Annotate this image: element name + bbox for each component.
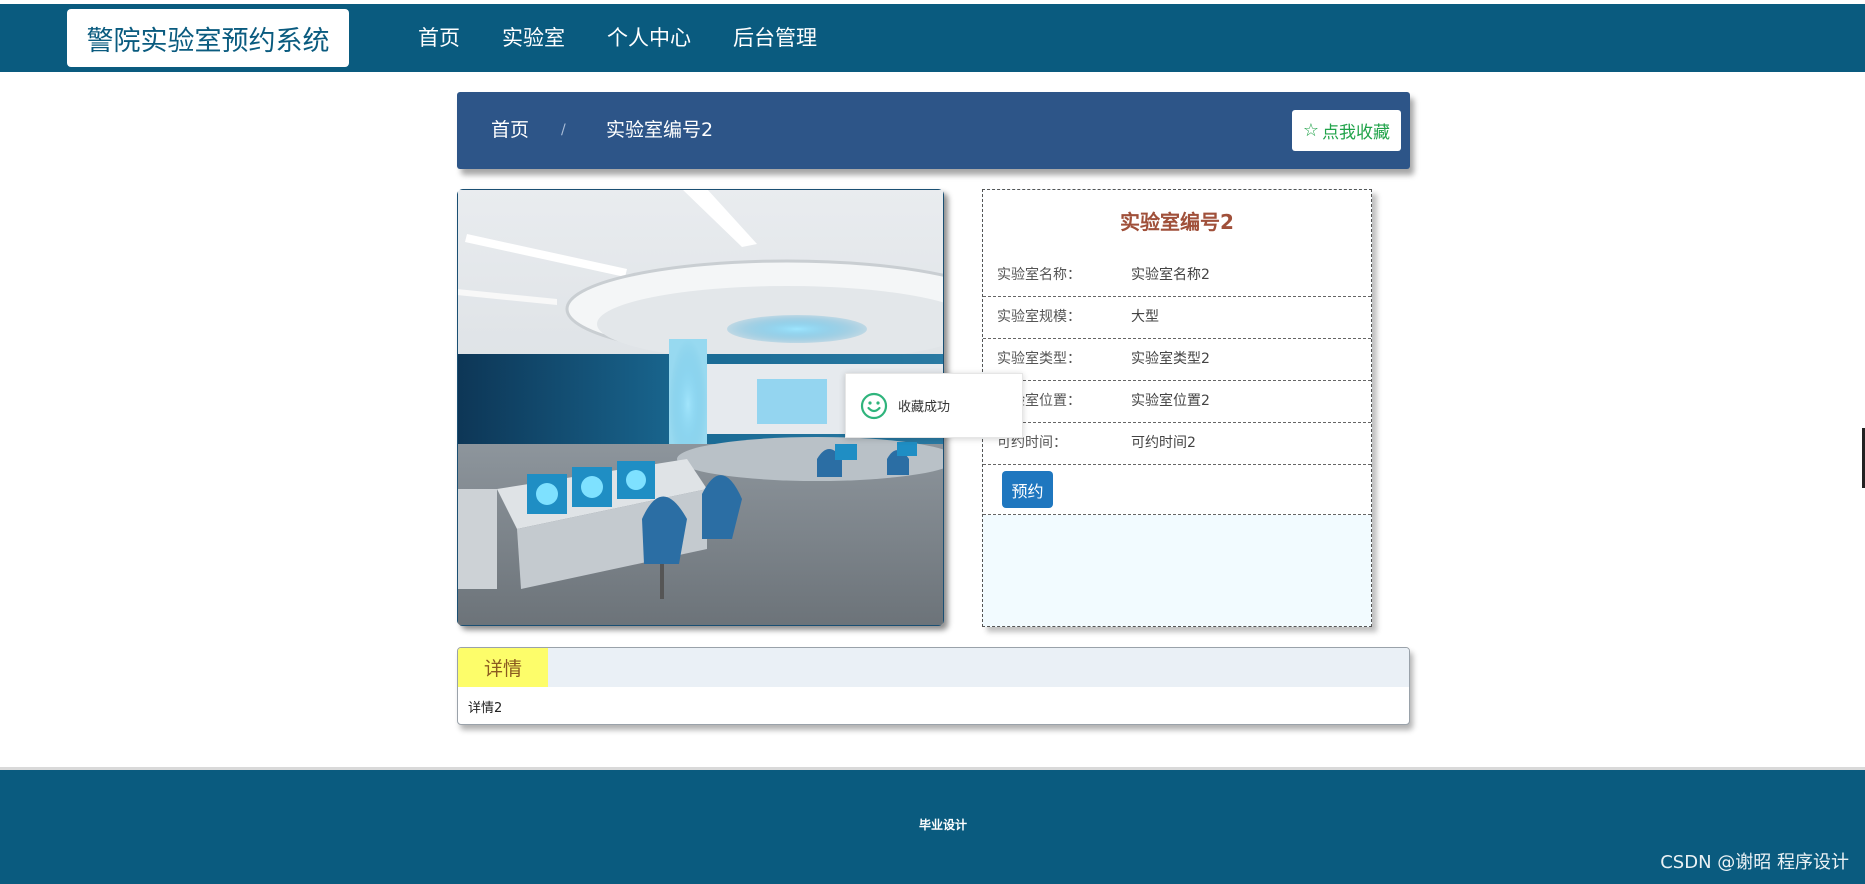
lab-info-card: 实验室编号2 实验室名称： 实验室名称2 实验室规模： 大型 实验室类型： 实验…: [982, 189, 1372, 627]
breadcrumb-current: 实验室编号2: [606, 119, 714, 141]
watermark: CSDN @谢昭 程序设计: [1660, 852, 1849, 873]
nav-labs[interactable]: 实验室: [492, 4, 575, 72]
footer-text: 毕业设计: [918, 818, 967, 832]
top-navbar: 警院实验室预约系统 首页 实验室 个人中心 后台管理: [0, 0, 1865, 76]
success-toast: 收藏成功: [845, 373, 1023, 438]
field-row-type: 实验室类型： 实验室类型2: [983, 339, 1371, 381]
main-nav: 首页 实验室 个人中心 后台管理: [408, 4, 849, 76]
detail-content: 详情2: [468, 701, 503, 716]
toast-message: 收藏成功: [898, 400, 951, 415]
tab-detail[interactable]: 详情: [458, 648, 548, 687]
site-logo[interactable]: 警院实验室预约系统: [67, 9, 349, 67]
field-row-scale: 实验室规模： 大型: [983, 297, 1371, 339]
field-value: 实验室类型2: [1131, 351, 1210, 367]
favorite-button[interactable]: ☆ 点我收藏: [1292, 110, 1401, 151]
nav-home[interactable]: 首页: [408, 4, 470, 76]
detail-panel: 详情 详情2: [457, 647, 1410, 725]
field-row-location: 实验室位置： 实验室位置2: [983, 381, 1371, 423]
breadcrumb: 首页 / 实验室编号2 ☆ 点我收藏: [457, 92, 1410, 169]
breadcrumb-separator: /: [561, 122, 566, 138]
field-label: 实验室名称：: [997, 267, 1081, 283]
star-outline-icon: ☆: [1302, 120, 1320, 141]
field-row-name: 实验室名称： 实验室名称2: [983, 255, 1371, 297]
field-label: 实验室规模：: [997, 309, 1081, 325]
field-row-time: 可约时间： 可约时间2: [983, 423, 1371, 465]
smile-icon: [860, 392, 888, 419]
footer: 毕业设计: [0, 767, 1865, 884]
lab-actions: 预约: [983, 465, 1371, 515]
lab-info-body: 实验室编号2 实验室名称： 实验室名称2 实验室规模： 大型 实验室类型： 实验…: [983, 190, 1371, 515]
nav-profile[interactable]: 个人中心: [597, 4, 701, 72]
field-value: 大型: [1131, 309, 1159, 325]
field-value: 实验室位置2: [1131, 393, 1210, 409]
favorite-button-label: 点我收藏: [1322, 123, 1391, 143]
detail-tabs: 详情: [458, 648, 1409, 687]
book-button[interactable]: 预约: [1002, 471, 1053, 508]
nav-admin[interactable]: 后台管理: [723, 4, 827, 72]
lab-title: 实验室编号2: [1120, 210, 1234, 234]
field-value: 可约时间2: [1131, 435, 1196, 451]
field-value: 实验室名称2: [1131, 267, 1210, 283]
breadcrumb-home[interactable]: 首页: [491, 92, 529, 169]
